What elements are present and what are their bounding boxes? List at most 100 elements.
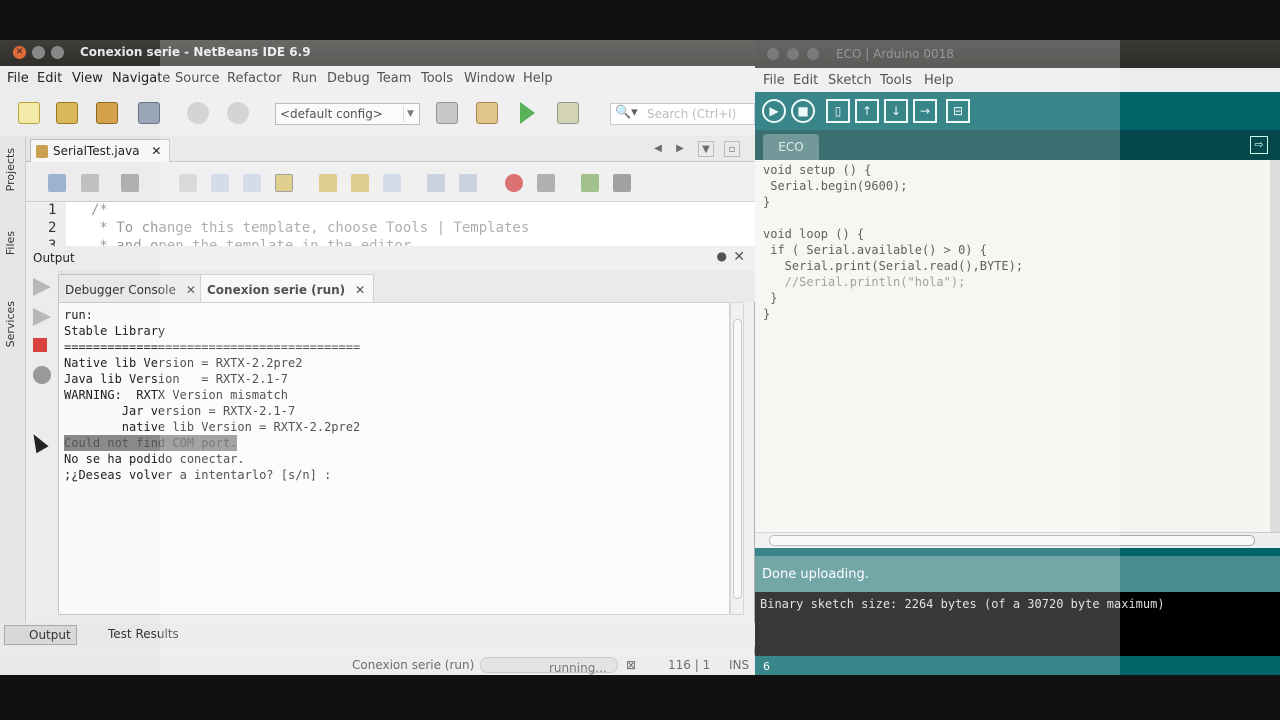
output-line: run: (64, 308, 93, 322)
verify-icon[interactable]: ▶ (762, 99, 786, 123)
progress-label: running... (549, 661, 607, 675)
menu-source[interactable]: Source (175, 71, 220, 86)
menu-sketch[interactable]: Sketch (828, 73, 872, 88)
open-project-icon[interactable] (96, 102, 118, 124)
maximize-editor-icon[interactable]: ▫ (724, 141, 740, 157)
back-icon[interactable] (121, 174, 139, 192)
menu-help[interactable]: Help (523, 71, 553, 86)
redo-icon[interactable] (227, 102, 249, 124)
scroll-left-icon[interactable]: ◀ (650, 141, 666, 157)
scrollbar-thumb[interactable] (733, 319, 742, 599)
status-bar: Conexion serie (run) running... ⊠ 116 | … (0, 655, 755, 675)
menu-help[interactable]: Help (924, 73, 954, 88)
bottom-tab-test-results[interactable]: Test Results (88, 625, 184, 645)
next-bookmark-icon[interactable] (351, 174, 369, 192)
menu-team[interactable]: Team (377, 71, 411, 86)
source-view-icon[interactable] (48, 174, 66, 192)
menu-debug[interactable]: Debug (327, 71, 370, 86)
menu-navigate[interactable]: Navigate (112, 71, 170, 86)
build-hammer-icon[interactable] (436, 102, 458, 124)
bottom-tab-output[interactable]: Output (4, 625, 77, 645)
uncomment-icon[interactable] (613, 174, 631, 192)
side-tab-files[interactable]: Files (4, 231, 17, 255)
tab-conexion-serie-run[interactable]: Conexion serie (run) ✕ (200, 274, 375, 302)
code-line: * and open the template in the editor. (91, 238, 420, 246)
minimize-window-button[interactable] (32, 46, 45, 59)
menu-edit[interactable]: Edit (37, 71, 62, 86)
close-panel-icon[interactable]: ✕ (733, 249, 745, 265)
output-line: WARNING: RXTX Version mismatch (64, 388, 288, 402)
menu-window[interactable]: Window (464, 71, 515, 86)
history-icon[interactable] (81, 174, 99, 192)
save-all-icon[interactable] (138, 102, 160, 124)
open-sketch-icon[interactable]: ↑ (855, 99, 879, 123)
search-input[interactable]: 🔍▾ Search (Ctrl+I) (610, 103, 755, 125)
menu-refactor[interactable]: Refactor (227, 71, 282, 86)
stop-icon[interactable]: ■ (791, 99, 815, 123)
menu-view[interactable]: View (72, 71, 103, 86)
output-console[interactable]: run: Stable Library ====================… (58, 302, 730, 615)
editor-vertical-scrollbar[interactable] (1270, 160, 1280, 532)
tab-debugger-console[interactable]: Debugger Console ✕ (58, 274, 205, 302)
config-select[interactable]: <default config> ▼ (275, 103, 420, 125)
show-opened-documents-icon[interactable]: ▼ (698, 141, 714, 157)
scrollbar-thumb[interactable] (769, 535, 1255, 546)
tab-menu-icon[interactable]: ⇨ (1250, 136, 1268, 154)
shift-left-icon[interactable] (427, 174, 445, 192)
undo-icon[interactable] (187, 102, 209, 124)
tab-eco[interactable]: ECO (763, 134, 819, 160)
menu-file[interactable]: File (7, 71, 29, 86)
settings-icon[interactable] (33, 366, 51, 384)
rerun-icon[interactable] (33, 278, 51, 296)
new-sketch-icon[interactable]: ▯ (826, 99, 850, 123)
output-scrollbar[interactable] (730, 302, 744, 615)
minimize-panel-icon[interactable]: ● (717, 249, 727, 263)
sketch-editor[interactable]: void setup () { Serial.begin(9600); } vo… (755, 160, 1270, 532)
stop-icon[interactable] (33, 338, 47, 352)
start-macro-icon[interactable] (505, 174, 523, 192)
cancel-task-icon[interactable]: ⊠ (626, 658, 636, 672)
maximize-window-button[interactable] (51, 46, 64, 59)
comment-icon[interactable] (581, 174, 599, 192)
run-icon[interactable] (520, 102, 535, 124)
find-previous-icon[interactable] (211, 174, 229, 192)
find-next-icon[interactable] (243, 174, 261, 192)
output-tab-bar: Debugger Console ✕ Conexion serie (run) ✕ (58, 270, 755, 302)
toggle-highlight-icon[interactable] (275, 174, 293, 192)
maximize-window-button[interactable] (807, 48, 819, 60)
arduino-window: ECO | Arduino 0018 File Edit Sketch Tool… (755, 40, 1280, 675)
tab-serialtest-java[interactable]: SerialTest.java ✕ (30, 139, 171, 162)
editor-horizontal-scrollbar[interactable] (755, 532, 1280, 548)
clean-build-icon[interactable] (476, 102, 498, 124)
serial-monitor-icon[interactable]: ⊟ (946, 99, 970, 123)
close-window-button[interactable] (767, 48, 779, 60)
code-editor[interactable]: 1 2 3 /* * To change this template, choo… (26, 202, 755, 246)
stop-macro-icon[interactable] (537, 174, 555, 192)
minimize-window-button[interactable] (787, 48, 799, 60)
close-tab-icon[interactable]: ✕ (151, 144, 161, 158)
previous-bookmark-icon[interactable] (319, 174, 337, 192)
menu-tools[interactable]: Tools (880, 73, 912, 88)
arduino-console: Binary sketch size: 2264 bytes (of a 307… (755, 592, 1280, 656)
close-window-button[interactable]: ✕ (13, 46, 26, 59)
scroll-right-icon[interactable]: ▶ (672, 141, 688, 157)
toggle-bookmark-icon[interactable] (383, 174, 401, 192)
new-file-icon[interactable] (18, 102, 40, 124)
menu-tools[interactable]: Tools (421, 71, 453, 86)
side-tab-services[interactable]: Services (4, 301, 17, 347)
arduino-footer: 6 (755, 656, 1280, 675)
find-icon[interactable] (179, 174, 197, 192)
code-line: /* (91, 202, 108, 218)
menu-run[interactable]: Run (292, 71, 317, 86)
close-tab-icon[interactable]: ✕ (186, 283, 196, 297)
upload-icon[interactable]: → (913, 99, 937, 123)
side-tab-projects[interactable]: Projects (4, 148, 17, 191)
menu-file[interactable]: File (763, 73, 785, 88)
debug-icon[interactable] (557, 102, 579, 124)
new-project-icon[interactable] (56, 102, 78, 124)
rerun-with-params-icon[interactable] (33, 308, 51, 326)
save-sketch-icon[interactable]: ↓ (884, 99, 908, 123)
shift-right-icon[interactable] (459, 174, 477, 192)
close-tab-icon[interactable]: ✕ (355, 283, 365, 297)
menu-edit[interactable]: Edit (793, 73, 818, 88)
